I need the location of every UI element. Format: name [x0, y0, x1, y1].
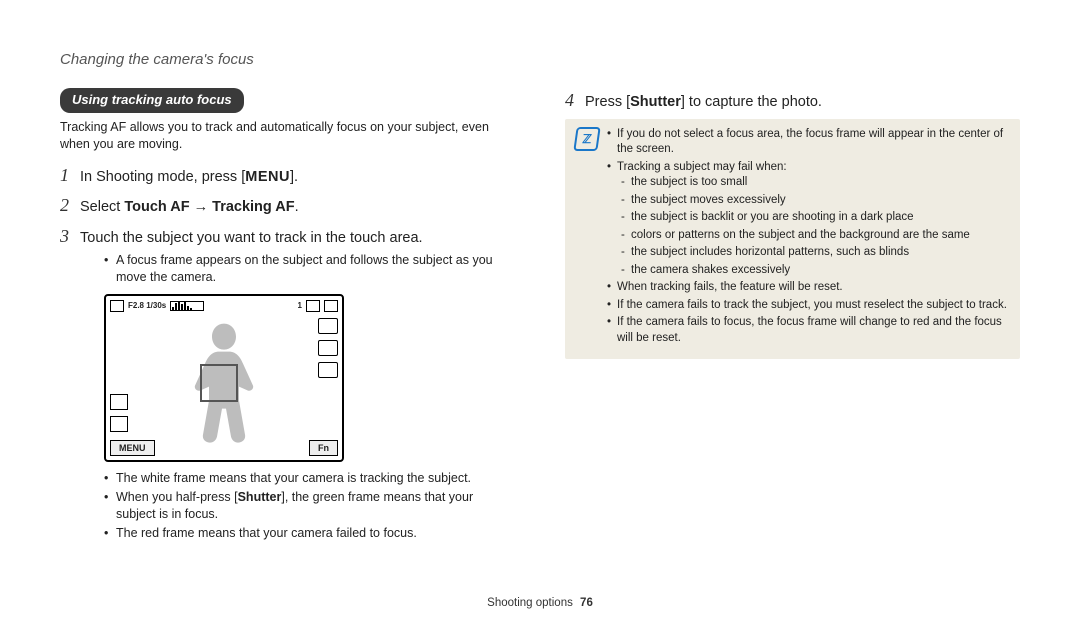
- lcd-right-icons: [318, 318, 338, 378]
- step-2-bold: Touch AF → Tracking AF: [124, 199, 294, 215]
- macro-icon: [318, 362, 338, 378]
- note-list: If you do not select a focus area, the f…: [607, 127, 1010, 349]
- note-item: If the camera fails to focus, the focus …: [607, 315, 1010, 346]
- page-number: 76: [580, 597, 593, 609]
- note-box: ℤ If you do not select a focus area, the…: [565, 119, 1020, 359]
- lcd-screen: F2.8 1/30s 1: [104, 294, 344, 462]
- exposure-readout: F2.8 1/30s: [128, 301, 166, 312]
- note-2-text: Tracking a subject may fail when:: [617, 161, 787, 173]
- frame-notes: The white frame means that your camera i…: [104, 470, 515, 542]
- card-icon: [306, 300, 320, 312]
- step-4-pre: Press [: [585, 94, 630, 110]
- step-number: 1: [60, 163, 80, 187]
- section-heading: Using tracking auto focus: [60, 88, 244, 113]
- frame-note-white: The white frame means that your camera i…: [104, 470, 515, 487]
- focus-area-icon: [110, 416, 128, 432]
- step-3: Touch the subject you want to track in t…: [80, 229, 515, 544]
- note-sub-item: the subject is backlit or you are shooti…: [621, 210, 1010, 226]
- note-item: Tracking a subject may fail when: the su…: [607, 160, 1010, 279]
- page-title: Changing the camera's focus: [60, 50, 1020, 70]
- lcd-topbar: F2.8 1/30s 1: [110, 300, 338, 312]
- step-3-text: Touch the subject you want to track in t…: [80, 230, 423, 246]
- note-sub-item: the subject moves excessively: [621, 193, 1010, 209]
- focus-frame: [200, 364, 238, 402]
- step-1-pre: In Shooting mode, press [: [80, 169, 245, 185]
- step-4-bold: Shutter: [630, 94, 681, 110]
- lcd-left-icons: [110, 394, 128, 432]
- note-icon: ℤ: [573, 127, 600, 151]
- manual-page: Changing the camera's focus Using tracki…: [0, 0, 1080, 630]
- flash-icon: [318, 318, 338, 334]
- step-number: 4: [565, 88, 585, 112]
- step-4: Press [Shutter] to capture the photo.: [585, 93, 1020, 113]
- af-mode-icon: [110, 394, 128, 410]
- step-2-pre: Select: [80, 199, 124, 215]
- step-list-right: 4 Press [Shutter] to capture the photo.: [565, 88, 1020, 113]
- intro-text: Tracking AF allows you to track and auto…: [60, 119, 515, 153]
- step-number: 3: [60, 224, 80, 248]
- footer-section: Shooting options: [487, 597, 573, 609]
- step-3-sub-item: A focus frame appears on the subject and…: [104, 252, 515, 286]
- content-columns: Using tracking auto focus Tracking AF al…: [60, 88, 1020, 549]
- note-sublist: the subject is too small the subject mov…: [621, 175, 1010, 278]
- step-list: 1 In Shooting mode, press [MENU]. 2 Sele…: [60, 163, 515, 544]
- step-number: 2: [60, 193, 80, 217]
- note-item: If you do not select a focus area, the f…: [607, 127, 1010, 158]
- shot-count: 1: [298, 301, 302, 312]
- page-footer: Shooting options 76: [0, 596, 1080, 612]
- step-1-post: ].: [290, 169, 298, 185]
- lcd-illustration: F2.8 1/30s 1: [104, 294, 515, 462]
- lcd-bottom: MENU Fn: [110, 440, 338, 456]
- note-icon-col: ℤ: [575, 127, 599, 349]
- frame-note-green: When you half-press [Shutter], the green…: [104, 489, 515, 523]
- step-3-sub: A focus frame appears on the subject and…: [104, 252, 515, 286]
- histogram-icon: [170, 301, 204, 311]
- mode-icon: [110, 300, 124, 312]
- lcd-fn-label: Fn: [309, 440, 338, 456]
- frame-note-red: The red frame means that your camera fai…: [104, 525, 515, 542]
- step-4-post: ] to capture the photo.: [681, 94, 822, 110]
- note-sub-item: colors or patterns on the subject and th…: [621, 228, 1010, 244]
- battery-icon: [324, 300, 338, 312]
- note-sub-item: the subject includes horizontal patterns…: [621, 245, 1010, 261]
- left-column: Using tracking auto focus Tracking AF al…: [60, 88, 515, 549]
- note-item: If the camera fails to track the subject…: [607, 298, 1010, 314]
- step-2-post: .: [295, 199, 299, 215]
- note-sub-item: the subject is too small: [621, 175, 1010, 191]
- lcd-menu-label: MENU: [110, 440, 155, 456]
- menu-glyph: MENU: [245, 169, 290, 185]
- timer-icon: [318, 340, 338, 356]
- note-item: When tracking fails, the feature will be…: [607, 280, 1010, 296]
- right-column: 4 Press [Shutter] to capture the photo. …: [565, 88, 1020, 549]
- fn-b-bold: Shutter: [238, 490, 282, 504]
- step-2: Select Touch AF → Tracking AF.: [80, 198, 515, 218]
- step-1: In Shooting mode, press [MENU].: [80, 168, 515, 188]
- note-sub-item: the camera shakes excessively: [621, 263, 1010, 279]
- fn-b-pre: When you half-press [: [116, 490, 238, 504]
